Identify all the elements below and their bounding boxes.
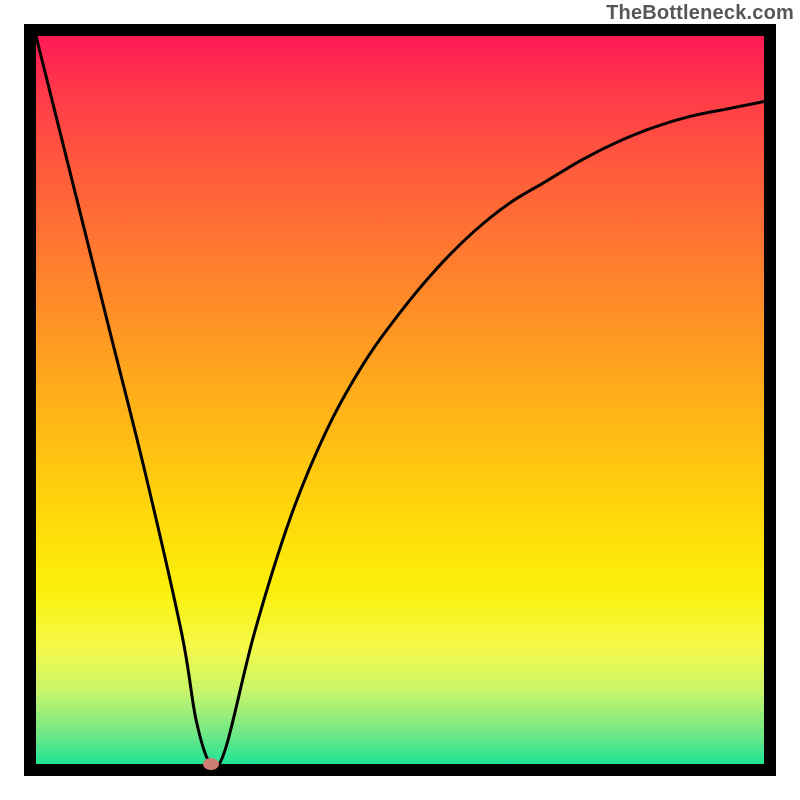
plot-frame: [24, 24, 776, 776]
watermark-text: TheBottleneck.com: [606, 2, 794, 25]
optimum-marker: [203, 758, 219, 770]
chart-container: TheBottleneck.com: [0, 0, 800, 800]
curve-svg: [36, 36, 764, 764]
bottleneck-curve: [36, 36, 764, 767]
plot-area: [36, 36, 764, 764]
